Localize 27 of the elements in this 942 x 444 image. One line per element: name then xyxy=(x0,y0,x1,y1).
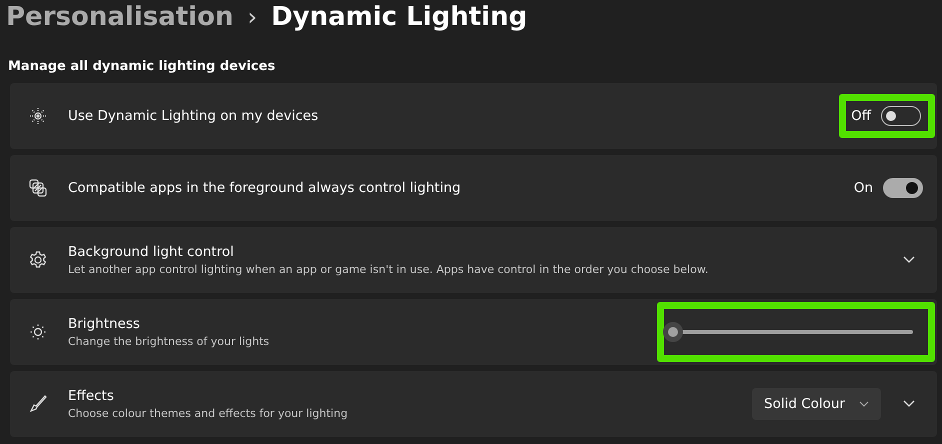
toggle-state-label: Off xyxy=(851,108,871,124)
sun-icon xyxy=(28,322,48,342)
toggle-switch[interactable] xyxy=(883,178,923,198)
brush-icon xyxy=(28,394,48,414)
setting-title: Brightness xyxy=(68,316,141,332)
setting-description: Choose colour themes and effects for your lighting xyxy=(68,407,349,420)
gear-icon xyxy=(28,250,48,270)
setting-description: Let another app control lighting when an app or game isn't in use. Apps have control in the order you choose below. xyxy=(68,263,710,276)
toggle-state-label: On xyxy=(854,180,873,196)
setting-title: Use Dynamic Lighting on my devices xyxy=(68,108,320,124)
setting-card[interactable]: Background light control Let another app control lighting when an app or game isn't in use. Apps have control in the order you choose below. xyxy=(10,227,937,293)
toggle-switch[interactable] xyxy=(881,106,921,126)
setting-title: Compatible apps in the foreground always control lighting xyxy=(68,180,462,196)
lighting-icon xyxy=(28,106,48,126)
chevron-down-icon[interactable] xyxy=(903,256,915,264)
breadcrumb-link[interactable]: Personalisation xyxy=(6,2,234,32)
page-title: Dynamic Lighting xyxy=(271,2,528,32)
breadcrumb-separator: › xyxy=(247,3,258,31)
effect-dropdown[interactable]: Solid Colour xyxy=(752,388,881,420)
section-heading: Manage all dynamic lighting devices xyxy=(8,59,276,74)
layers-icon xyxy=(28,178,48,198)
setting-title: Effects xyxy=(68,388,115,404)
chevron-down-icon[interactable] xyxy=(903,400,915,408)
setting-title: Background light control xyxy=(68,244,235,260)
chevron-down-icon xyxy=(859,401,869,407)
setting-description: Change the brightness of your lights xyxy=(68,335,270,348)
setting-card[interactable]: Effects Choose colour themes and effects for your lighting Solid Colour xyxy=(10,371,937,437)
